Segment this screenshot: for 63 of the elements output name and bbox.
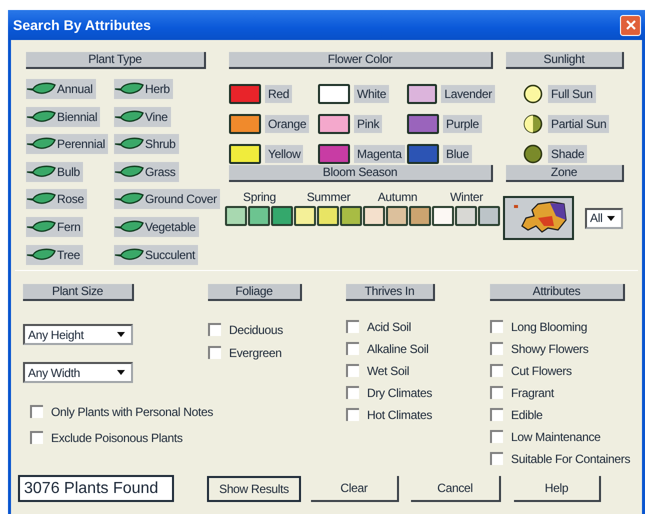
flower-color-option[interactable]: Purple	[407, 113, 495, 135]
option-checkbox[interactable]: Only Plants with Personal Notes	[30, 403, 214, 420]
plant-type-option[interactable]: Rose	[26, 189, 87, 210]
season-label: Autumn	[378, 190, 418, 204]
section-header: Flower Color	[229, 52, 493, 69]
result-count: 3076 Plants Found	[18, 475, 174, 502]
section-header: Plant Size	[23, 284, 134, 301]
section-header: Foliage	[208, 284, 302, 301]
height-dropdown[interactable]: Any Height	[23, 324, 133, 345]
plant-type-option[interactable]: Fern	[26, 216, 84, 237]
attribute-checkbox[interactable]: Showy Flowers	[490, 340, 588, 357]
flower-color-option[interactable]: Yellow	[229, 143, 318, 165]
thrives-in-checkbox[interactable]: Hot Climates	[346, 406, 432, 423]
plant-type-option[interactable]: Shrub	[114, 134, 179, 154]
section-header: Thrives In	[346, 284, 435, 301]
thrives-in-checkbox[interactable]: Dry Climates	[346, 384, 432, 401]
dialog-button[interactable]: Show Results	[207, 476, 301, 502]
plant-type-option[interactable]: Annual	[26, 79, 96, 99]
section-header: Bloom Season	[229, 165, 493, 182]
sunlight-option[interactable]: Shade	[522, 143, 624, 165]
attribute-checkbox[interactable]: Long Blooming	[490, 318, 588, 335]
foliage-checkbox[interactable]: Deciduous	[208, 321, 284, 338]
plant-type-option[interactable]: Biennial	[26, 106, 100, 127]
flower-color-option[interactable]: Magenta	[318, 143, 407, 165]
sunlight-option[interactable]: Full Sun	[522, 83, 624, 105]
plant-type-option[interactable]: Vegetable	[114, 216, 199, 237]
section-header: Plant Type	[26, 52, 206, 69]
foliage-checkbox[interactable]: Evergreen	[208, 344, 282, 361]
sunlight-option[interactable]: Partial Sun	[522, 113, 624, 135]
flower-color-option[interactable]: Red	[229, 83, 318, 105]
flower-color-option[interactable]: White	[318, 83, 407, 105]
attribute-checkbox[interactable]: Suitable For Containers	[490, 450, 630, 467]
section-header: Sunlight	[506, 52, 624, 69]
attribute-checkbox[interactable]: Low Maintenance	[490, 428, 601, 445]
plant-type-option[interactable]: Tree	[26, 244, 84, 265]
plant-type-option[interactable]: Perennial	[26, 134, 108, 154]
dialog-button[interactable]: Clear	[311, 476, 399, 502]
attribute-checkbox[interactable]: Cut Flowers	[490, 362, 572, 379]
season-label: Winter	[450, 190, 483, 204]
dialog-button[interactable]: Help	[514, 476, 601, 502]
plant-type-option[interactable]: Herb	[114, 79, 173, 99]
section-header: Zone	[506, 165, 624, 182]
thrives-in-checkbox[interactable]: Wet Soil	[346, 362, 410, 379]
attribute-checkbox[interactable]: Fragrant	[490, 384, 554, 401]
plant-type-option[interactable]: Ground Cover	[114, 189, 220, 210]
season-label: Summer	[306, 190, 350, 204]
thrives-in-checkbox[interactable]: Acid Soil	[346, 318, 411, 335]
flower-color-option[interactable]: Pink	[318, 113, 407, 135]
window-title: Search By Attributes	[13, 17, 151, 33]
plant-type-option[interactable]: Vine	[114, 106, 171, 127]
plant-type-option[interactable]: Grass	[114, 162, 179, 182]
section-header: Attributes	[490, 284, 625, 301]
zone-dropdown[interactable]: All	[585, 208, 623, 228]
dialog-button[interactable]: Cancel	[411, 476, 501, 502]
plant-type-option[interactable]: Bulb	[26, 162, 83, 182]
plant-type-option[interactable]: Succulent	[114, 244, 198, 265]
width-dropdown[interactable]: Any Width	[23, 362, 133, 383]
flower-color-option[interactable]: Orange	[229, 113, 318, 135]
flower-color-option[interactable]: Blue	[407, 143, 495, 165]
thrives-in-checkbox[interactable]: Alkaline Soil	[346, 340, 428, 357]
season-label: Spring	[243, 190, 276, 204]
attribute-checkbox[interactable]: Edible	[490, 406, 543, 423]
option-checkbox[interactable]: Exclude Poisonous Plants	[30, 429, 183, 446]
